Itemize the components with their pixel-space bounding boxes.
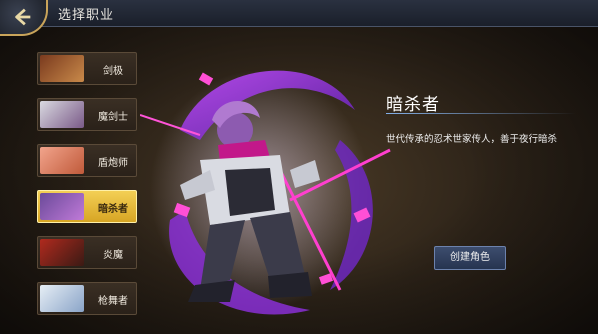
class-portrait [40, 285, 84, 312]
class-portrait [40, 101, 84, 128]
class-portrait [40, 147, 84, 174]
class-label: 盾炮师 [98, 158, 128, 169]
page-title: 选择职业 [58, 8, 115, 23]
name-underline [386, 113, 576, 114]
assassin-character-art [140, 70, 391, 315]
class-item-assassin[interactable]: 暗杀者 [37, 190, 137, 223]
class-portrait [40, 55, 84, 82]
class-portrait [40, 239, 84, 266]
class-label: 枪舞者 [98, 296, 128, 307]
class-item-lance-dancer[interactable]: 枪舞者 [37, 282, 137, 315]
class-item-swordmaster[interactable]: 剑极 [37, 52, 137, 85]
class-label: 剑极 [103, 66, 123, 77]
back-button[interactable] [0, 0, 48, 36]
selected-class-name: 暗杀者 [386, 95, 440, 115]
class-item-demon-swordsman[interactable]: 魔剑士 [37, 98, 137, 131]
class-label: 魔剑士 [98, 112, 128, 123]
back-arrow-icon [15, 8, 31, 26]
class-list: 剑极 魔剑士 盾炮师 暗杀者 炎魔 枪舞者 [37, 52, 141, 328]
class-portrait [40, 193, 84, 220]
selected-class-description: 世代传承的忍术世家传人，善于夜行暗杀 [386, 134, 558, 145]
class-label: 暗杀者 [98, 204, 128, 215]
class-item-shield-gunner[interactable]: 盾炮师 [37, 144, 137, 177]
class-item-flame-demon[interactable]: 炎魔 [37, 236, 137, 269]
create-character-button[interactable]: 创建角色 [434, 246, 506, 270]
class-label: 炎魔 [103, 250, 123, 261]
